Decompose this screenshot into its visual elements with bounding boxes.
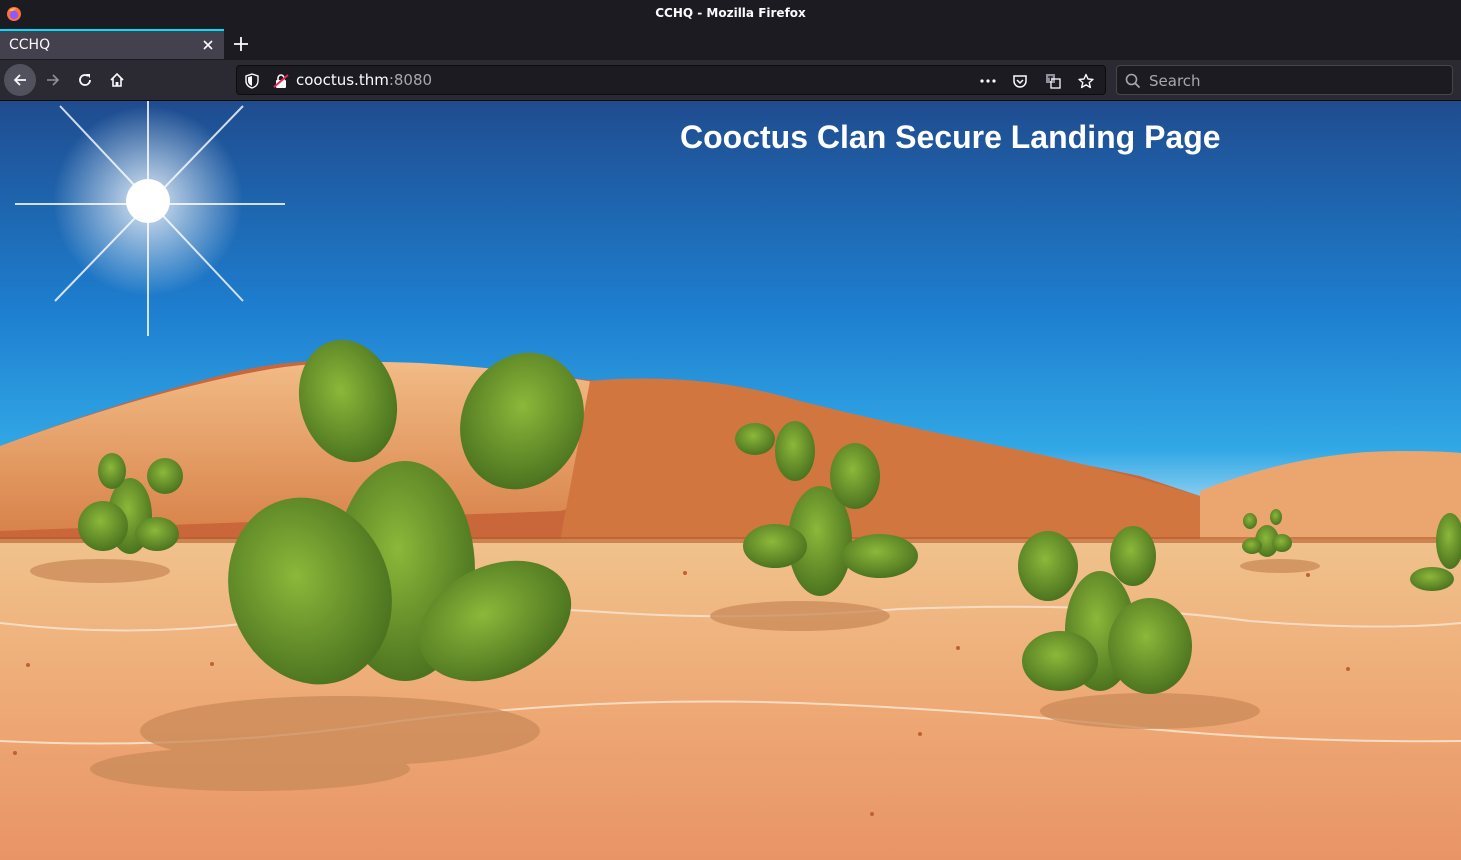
window-titlebar: CCHQ - Mozilla Firefox [0,0,1461,28]
star-icon [1078,73,1094,89]
page-actions [974,69,1101,93]
home-button[interactable] [101,64,133,96]
back-button[interactable] [4,64,36,96]
tab-strip: CCHQ [0,28,1461,60]
translate-button[interactable] [1040,69,1068,93]
bookmark-star-button[interactable] [1073,69,1101,93]
search-input[interactable] [1147,69,1441,93]
reload-icon [79,74,91,86]
page-content: Cooctus Clan Secure Landing Page [0,101,1461,860]
url-host: cooctus.thm [296,71,389,89]
insecure-lock-icon[interactable] [273,73,289,89]
more-dots-icon [980,79,996,83]
translate-icon [1045,74,1061,89]
pocket-icon [1013,75,1027,88]
back-arrow-icon [13,74,26,86]
tab-label: CCHQ [9,37,51,53]
home-icon [110,72,124,87]
page-actions-menu-button[interactable] [974,69,1002,93]
forward-button[interactable] [37,64,69,96]
navigation-toolbar: cooctus.thm:8080 [0,60,1461,101]
window-title: CCHQ - Mozilla Firefox [655,6,806,20]
tracking-protection-shield-icon[interactable] [245,73,259,89]
pocket-button[interactable] [1007,69,1035,93]
search-bar[interactable] [1116,65,1453,95]
reload-button[interactable] [69,64,101,96]
desert-background-illustration [0,101,1461,860]
url-text: cooctus.thm:8080 [296,71,432,89]
page-heading: Cooctus Clan Secure Landing Page [680,119,1221,155]
search-icon [1125,73,1141,89]
address-bar[interactable]: cooctus.thm:8080 [236,65,1106,95]
new-tab-icon[interactable] [230,33,252,55]
url-port: :8080 [388,71,433,89]
forward-arrow-icon [47,74,60,86]
close-tab-icon[interactable] [200,37,216,53]
tab-cchq[interactable]: CCHQ [0,29,224,59]
